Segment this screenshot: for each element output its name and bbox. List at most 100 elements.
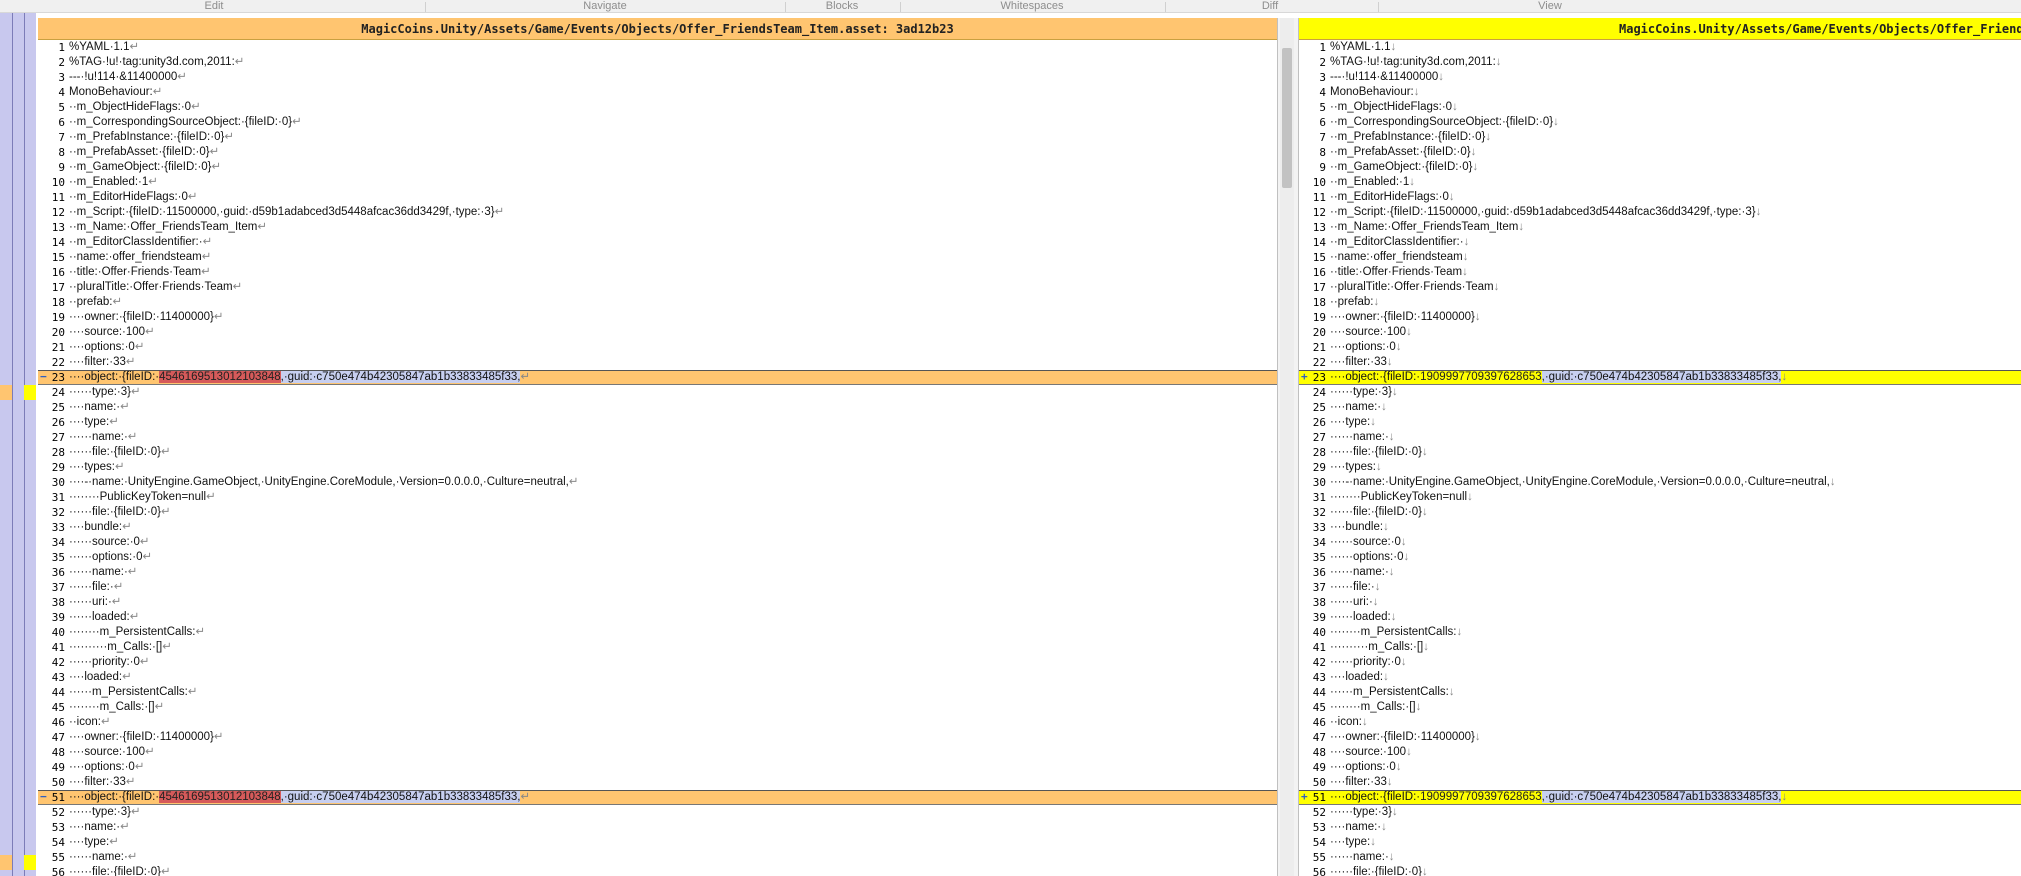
change-marker-icon[interactable]: +: [1301, 790, 1309, 805]
code-line[interactable]: 13 ··m_Name:·Offer_FriendsTeam_Item↵: [38, 220, 1277, 235]
line-text[interactable]: ······type:·3}↵: [68, 385, 141, 400]
code-line[interactable]: 2 %TAG·!u!·tag:unity3d.com,2011:↵: [38, 55, 1277, 70]
line-text[interactable]: ····types:↓: [1329, 460, 1382, 475]
code-line[interactable]: 10 ··m_Enabled:·1↓: [1299, 175, 2021, 190]
code-line[interactable]: 46 ··icon:↵: [38, 715, 1277, 730]
line-text[interactable]: ····source:·100↓: [1329, 745, 1412, 760]
code-line[interactable]: 12 ··m_Script:·{fileID:·11500000,·guid:·d…: [38, 205, 1277, 220]
line-text[interactable]: ··m_CorrespondingSourceObject:·{fileID:·…: [1329, 115, 1559, 130]
line-text[interactable]: ····bundle:↓: [1329, 520, 1389, 535]
code-line[interactable]: 16 ··title:·Offer·Friends·Team↓: [1299, 265, 2021, 280]
code-line[interactable]: 24 ······type:·3}↓: [1299, 385, 2021, 400]
line-text[interactable]: ····source:·100↵: [68, 745, 155, 760]
code-line[interactable]: 34 ······source:·0↵: [38, 535, 1277, 550]
code-line[interactable]: 18 ··prefab:↵: [38, 295, 1277, 310]
code-line[interactable]: 18 ··prefab:↓: [1299, 295, 2021, 310]
code-line[interactable]: 32 ······file:·{fileID:·0}↵: [38, 505, 1277, 520]
strip-change-mark[interactable]: [24, 855, 36, 870]
code-line[interactable]: 39 ······loaded:↵: [38, 610, 1277, 625]
line-text[interactable]: MonoBehaviour:↵: [68, 85, 162, 100]
line-text[interactable]: ··m_EditorClassIdentifier:·↵: [68, 235, 212, 250]
line-text[interactable]: ····filter:·33↵: [68, 355, 136, 370]
code-line[interactable]: 46 ··icon:↓: [1299, 715, 2021, 730]
line-text[interactable]: ······uri:·↵: [68, 595, 121, 610]
code-line[interactable]: 5 ··m_ObjectHideFlags:·0↓: [1299, 100, 2021, 115]
changed-file-id[interactable]: 1909997709397628653: [1420, 371, 1542, 383]
line-text[interactable]: ········m_PersistentCalls:↓: [1329, 625, 1462, 640]
code-line[interactable]: 37 ······file:·↵: [38, 580, 1277, 595]
line-text[interactable]: ······name:·↵: [68, 565, 137, 580]
code-line[interactable]: 1 %YAML·1.1↵: [38, 40, 1277, 55]
line-text[interactable]: ········PublicKeyToken=null↓: [1329, 490, 1473, 505]
code-line[interactable]: −23 ····object:·{fileID:·4546169513012103…: [38, 370, 1277, 385]
code-line[interactable]: 17 ··pluralTitle:·Offer·Friends·Team↵: [38, 280, 1277, 295]
line-text[interactable]: %TAG·!u!·tag:unity3d.com,2011:↵: [68, 55, 244, 70]
line-text[interactable]: ······priority:·0↓: [1329, 655, 1407, 670]
code-line[interactable]: 3 ---·!u!114·&11400000↵: [38, 70, 1277, 85]
code-line[interactable]: 28 ······file:·{fileID:·0}↵: [38, 445, 1277, 460]
code-line[interactable]: 8 ··m_PrefabAsset:·{fileID:·0}↵: [38, 145, 1277, 160]
line-text[interactable]: ······m_PersistentCalls:↵: [68, 685, 197, 700]
line-text[interactable]: ······file:·{fileID:·0}↵: [68, 505, 171, 520]
line-text[interactable]: ······loaded:↵: [68, 610, 139, 625]
code-line[interactable]: 45 ········m_Calls:·[]↓: [1299, 700, 2021, 715]
code-line[interactable]: 39 ······loaded:↓: [1299, 610, 2021, 625]
line-text[interactable]: ····type:↓: [1329, 415, 1376, 430]
line-text[interactable]: ····object:·{fileID:·4546169513012103848…: [68, 790, 530, 805]
line-text[interactable]: ··m_GameObject:·{fileID:·0}↓: [1329, 160, 1478, 175]
code-line[interactable]: 49 ····options:·0↵: [38, 760, 1277, 775]
line-text[interactable]: ······loaded:↓: [1329, 610, 1396, 625]
code-line[interactable]: 26 ····type:↓: [1299, 415, 2021, 430]
toolbar-group-edit[interactable]: Edit: [205, 0, 224, 13]
code-line[interactable]: 20 ····source:·100↓: [1299, 325, 2021, 340]
code-line[interactable]: 53 ····name:·↓: [1299, 820, 2021, 835]
code-line[interactable]: 12 ··m_Script:·{fileID:·11500000,·guid:·d…: [1299, 205, 2021, 220]
code-line[interactable]: 35 ······options:·0↓: [1299, 550, 2021, 565]
line-text[interactable]: MonoBehaviour:↓: [1329, 85, 1420, 100]
code-line[interactable]: 40 ········m_PersistentCalls:↵: [38, 625, 1277, 640]
line-text[interactable]: ········m_Calls:·[]↓: [1329, 700, 1421, 715]
code-line[interactable]: 29 ····types:↵: [38, 460, 1277, 475]
code-line[interactable]: 52 ······type:·3}↵: [38, 805, 1277, 820]
code-line[interactable]: 35 ······options:·0↵: [38, 550, 1277, 565]
line-text[interactable]: ····owner:·{fileID:·11400000}↓: [1329, 310, 1481, 325]
code-line[interactable]: 43 ····loaded:↵: [38, 670, 1277, 685]
line-text[interactable]: ····source:·100↵: [68, 325, 155, 340]
line-text[interactable]: ····owner:·{fileID:·11400000}↓: [1329, 730, 1481, 745]
code-line[interactable]: 33 ····bundle:↓: [1299, 520, 2021, 535]
toolbar-group-diff[interactable]: Diff: [1262, 0, 1278, 13]
line-text[interactable]: ··m_ObjectHideFlags:·0↓: [1329, 100, 1458, 115]
code-line[interactable]: 44 ······m_PersistentCalls:↵: [38, 685, 1277, 700]
line-text[interactable]: ······name:·↓: [1329, 565, 1395, 580]
code-line[interactable]: 4 MonoBehaviour:↓: [1299, 85, 2021, 100]
line-text[interactable]: ··m_EditorHideFlags:·0↓: [1329, 190, 1455, 205]
line-text[interactable]: ······type:·3}↓: [1329, 805, 1398, 820]
code-line[interactable]: 54 ····type:↓: [1299, 835, 2021, 850]
code-line[interactable]: 6 ··m_CorrespondingSourceObject:·{fileID:…: [38, 115, 1277, 130]
changed-file-id[interactable]: 4546169513012103848: [159, 371, 281, 383]
code-line[interactable]: 27 ······name:·↓: [1299, 430, 2021, 445]
line-text[interactable]: ······file:·↵: [68, 580, 123, 595]
code-line[interactable]: 2 %TAG·!u!·tag:unity3d.com,2011:↓: [1299, 55, 2021, 70]
code-line[interactable]: 50 ····filter:·33↓: [1299, 775, 2021, 790]
code-line[interactable]: 14 ··m_EditorClassIdentifier:·↓: [1299, 235, 2021, 250]
code-line[interactable]: 28 ······file:·{fileID:·0}↓: [1299, 445, 2021, 460]
line-text[interactable]: ····-·name:·UnityEngine.GameObject,·Unit…: [68, 475, 578, 490]
code-line[interactable]: 13 ··m_Name:·Offer_FriendsTeam_Item↓: [1299, 220, 2021, 235]
code-line[interactable]: 40 ········m_PersistentCalls:↓: [1299, 625, 2021, 640]
vertical-scrollbar[interactable]: [1280, 18, 1294, 876]
code-line[interactable]: 30 ····-·name:·UnityEngine.GameObject,·Un…: [1299, 475, 2021, 490]
code-line[interactable]: 9 ··m_GameObject:·{fileID:·0}↓: [1299, 160, 2021, 175]
code-line[interactable]: 48 ····source:·100↓: [1299, 745, 2021, 760]
code-line[interactable]: 52 ······type:·3}↓: [1299, 805, 2021, 820]
right-code-lines[interactable]: 1 %YAML·1.1↓ 2 %TAG·!u!·tag:unity3d.com,201…: [1299, 40, 2021, 876]
code-line[interactable]: +51 ····object:·{fileID:·1909997709397628…: [1299, 790, 2021, 805]
line-text[interactable]: ········m_PersistentCalls:↵: [68, 625, 205, 640]
code-line[interactable]: 10 ··m_Enabled:·1↵: [38, 175, 1277, 190]
code-line[interactable]: 24 ······type:·3}↵: [38, 385, 1277, 400]
code-line[interactable]: 32 ······file:·{fileID:·0}↓: [1299, 505, 2021, 520]
code-line[interactable]: 42 ······priority:·0↓: [1299, 655, 2021, 670]
code-line[interactable]: 42 ······priority:·0↵: [38, 655, 1277, 670]
code-line[interactable]: 25 ····name:·↓: [1299, 400, 2021, 415]
code-line[interactable]: 56 ······file:·{fileID:·0}↵: [38, 865, 1277, 876]
